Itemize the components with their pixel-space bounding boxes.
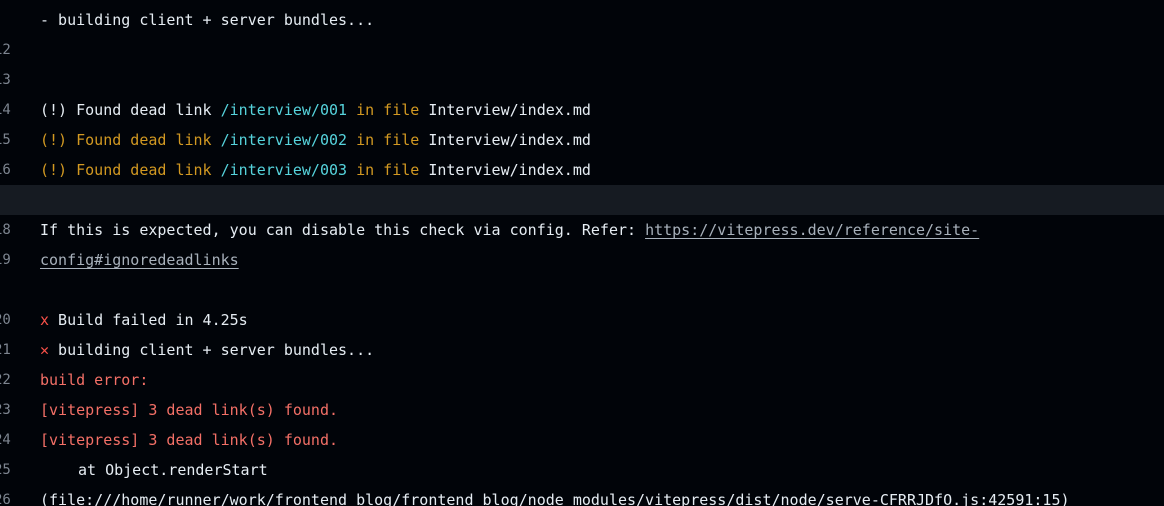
docs-link-continuation[interactable]: config#ignoredeadlinks	[40, 245, 239, 275]
log-text: If this is expected, you can disable thi…	[40, 215, 979, 245]
stack-trace-location: (file:///home/runner/work/frontend_blog/…	[40, 491, 1070, 506]
log-line: 22 ✕ building client + server bundles...	[0, 335, 1164, 388]
log-line-error: 25 [vitepress] 3 dead link(s) found.	[0, 425, 1164, 478]
dead-link-prefix: (!) Found dead link	[40, 161, 221, 179]
dead-link-path: /interview/003	[220, 161, 348, 179]
log-line: 14	[0, 65, 1164, 118]
log-line-wrap: config#ignoredeadlinks	[0, 245, 1164, 275]
dead-link-prefix: (!) Found dead link	[40, 101, 221, 119]
in-file-label: in file	[347, 101, 429, 119]
building-text: building client + server bundles...	[49, 341, 375, 359]
dead-link-prefix: (!) Found dead link	[40, 131, 221, 149]
log-line-wrap: (file:///home/runner/work/frontend_blog/…	[0, 485, 1164, 506]
log-text: (!) Found dead link /interview/003 in fi…	[40, 155, 591, 185]
file-name: Interview/index.md	[428, 161, 591, 179]
docs-link[interactable]: https://vitepress.dev/reference/site-	[645, 221, 979, 239]
file-name: Interview/index.md	[428, 101, 591, 119]
build-failed-text: Build failed in 4.25s	[49, 311, 248, 329]
stack-trace-text: at Object.renderStart	[78, 461, 268, 479]
file-name: Interview/index.md	[428, 131, 591, 149]
log-line: 21 x Build failed in 4.25s	[0, 305, 1164, 358]
log-line-dead-link: 17 (!) Found dead link /interview/003 in…	[0, 155, 1164, 208]
log-line: 12 - building client + server bundles...	[0, 5, 1164, 58]
in-file-label: in file	[347, 161, 429, 179]
error-text: build error:	[40, 371, 149, 389]
log-line-highlighted: 18	[0, 185, 1164, 238]
log-line-dead-link: 15 (!) Found dead link /interview/001 in…	[0, 95, 1164, 148]
log-line: 20	[0, 275, 1164, 328]
failure-x-mark: x	[40, 311, 50, 329]
log-line-error: 24 [vitepress] 3 dead link(s) found.	[0, 395, 1164, 448]
dead-link-path: /interview/001	[220, 101, 348, 119]
log-line: 19 If this is expected, you can disable …	[0, 215, 1164, 268]
log-text: (!) Found dead link /interview/001 in fi…	[40, 95, 591, 125]
config-hint-text: If this is expected, you can disable thi…	[40, 221, 646, 239]
log-line-error: 23 build error:	[0, 365, 1164, 418]
log-text: x Build failed in 4.25s	[40, 305, 248, 335]
build-log: 12 - building client + server bundles...…	[0, 0, 1164, 506]
dead-link-path: /interview/002	[220, 131, 348, 149]
error-text: [vitepress] 3 dead link(s) found.	[40, 401, 339, 419]
log-line: 13	[0, 35, 1164, 88]
error-text: [vitepress] 3 dead link(s) found.	[40, 431, 339, 449]
log-text: (!) Found dead link /interview/002 in fi…	[40, 125, 591, 155]
log-line: 26 at Object.renderStart	[0, 455, 1164, 506]
cross-icon: ✕	[40, 341, 50, 359]
log-line-dead-link: 16 (!) Found dead link /interview/002 in…	[0, 125, 1164, 178]
log-text: ✕ building client + server bundles...	[40, 335, 374, 365]
log-text: - building client + server bundles...	[40, 11, 375, 29]
in-file-label: in file	[347, 131, 429, 149]
